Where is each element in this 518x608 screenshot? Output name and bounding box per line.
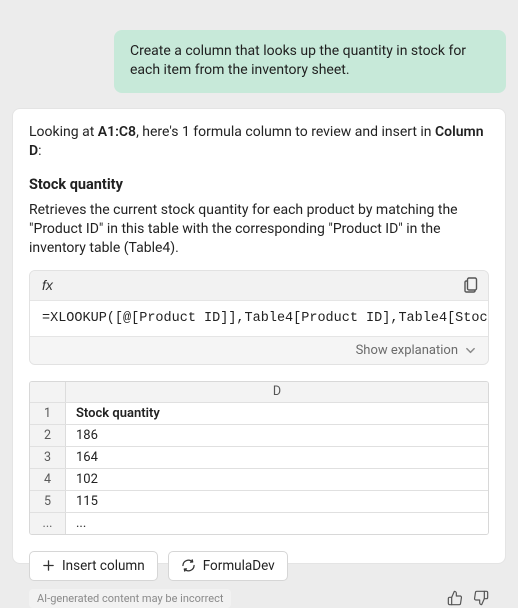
- feedback-buttons: [447, 590, 489, 606]
- intro-range: A1:C8: [98, 124, 136, 140]
- assistant-response-card: Looking at A1:C8, here's 1 formula colum…: [12, 108, 506, 564]
- refresh-icon: [181, 559, 196, 572]
- section-title: Stock quantity: [29, 176, 489, 193]
- row-number: 4: [30, 469, 66, 490]
- copy-icon[interactable]: [463, 277, 478, 294]
- data-cell: 186: [66, 425, 488, 446]
- row-number: 5: [30, 491, 66, 512]
- table-row: 5 115: [30, 490, 488, 512]
- column-letter: D: [66, 382, 488, 402]
- row-number: 3: [30, 447, 66, 468]
- insert-column-button[interactable]: Insert column: [29, 551, 158, 581]
- thumbs-down-icon[interactable]: [473, 590, 489, 606]
- intro-mid: , here's 1 formula column to review and …: [136, 124, 435, 140]
- data-cell: 102: [66, 469, 488, 490]
- insert-column-label: Insert column: [62, 558, 145, 574]
- ai-disclaimer: AI-generated content may be incorrect: [29, 589, 231, 608]
- show-explanation-toggle[interactable]: Show explanation: [30, 336, 488, 364]
- row-number: 2: [30, 425, 66, 446]
- formula-description: Retrieves the current stock quantity for…: [29, 201, 489, 258]
- formula-text[interactable]: =XLOOKUP([@[Product ID]],Table4[Product …: [30, 301, 488, 336]
- intro-text: Looking at A1:C8, here's 1 formula colum…: [29, 123, 489, 162]
- formuladev-button[interactable]: FormulaDev: [168, 551, 288, 581]
- formuladev-label: FormulaDev: [203, 558, 275, 574]
- formula-block: fx =XLOOKUP([@[Product ID]],Table4[Produ…: [29, 270, 489, 365]
- table-row: 4 102: [30, 468, 488, 490]
- table-row-ellipsis: ... ...: [30, 512, 488, 534]
- table-row: 1 Stock quantity: [30, 402, 488, 424]
- column-letter-row: D: [30, 382, 488, 402]
- formula-header: fx: [30, 271, 488, 301]
- header-cell: Stock quantity: [66, 403, 488, 424]
- row-number-ellipsis: ...: [30, 513, 66, 534]
- intro-prefix: Looking at: [29, 124, 98, 140]
- preview-table: D 1 Stock quantity 2 186 3 164 4 102 5 1…: [29, 381, 489, 535]
- intro-suffix: :: [38, 143, 41, 159]
- show-explanation-label: Show explanation: [356, 343, 458, 358]
- card-footer: AI-generated content may be incorrect: [29, 589, 489, 608]
- user-message-text: Create a column that looks up the quanti…: [130, 43, 466, 78]
- table-row: 3 164: [30, 446, 488, 468]
- fx-label: fx: [42, 277, 53, 293]
- thumbs-up-icon[interactable]: [447, 590, 463, 606]
- action-row: Insert column FormulaDev: [29, 551, 489, 581]
- data-cell-ellipsis: ...: [66, 513, 488, 534]
- corner-cell: [30, 382, 66, 402]
- user-message-bubble: Create a column that looks up the quanti…: [114, 30, 506, 93]
- chevron-down-icon: [464, 344, 476, 356]
- data-cell: 164: [66, 447, 488, 468]
- plus-icon: [42, 559, 55, 572]
- table-row: 2 186: [30, 424, 488, 446]
- row-number: 1: [30, 403, 66, 424]
- data-cell: 115: [66, 491, 488, 512]
